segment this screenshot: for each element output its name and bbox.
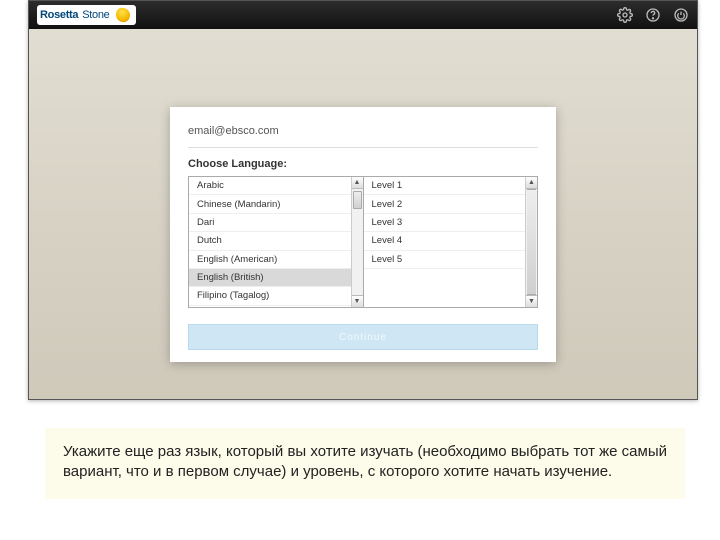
email-display: email@ebsco.com	[188, 121, 538, 148]
scroll-up-icon[interactable]: ▲	[352, 177, 363, 189]
scrollbar[interactable]: ▲ ▼	[351, 177, 363, 307]
brand-word-2: Stone	[82, 9, 109, 21]
list-item[interactable]: Chinese (Mandarin)	[189, 195, 351, 213]
scroll-up-icon[interactable]: ▲	[526, 177, 537, 189]
list-item[interactable]: Level 4	[364, 232, 526, 250]
language-listbox[interactable]: ArabicChinese (Mandarin)DariDutchEnglish…	[189, 177, 363, 307]
selection-lists: ArabicChinese (Mandarin)DariDutchEnglish…	[188, 176, 538, 308]
scroll-down-icon[interactable]: ▼	[352, 295, 363, 307]
top-bar-icons	[617, 7, 689, 23]
brand-logo: Rosetta Stone	[37, 5, 136, 25]
brand-word-1: Rosetta	[40, 9, 78, 21]
instruction-text: Укажите еще раз язык, который вы хотите …	[45, 428, 685, 499]
scroll-thumb[interactable]	[353, 191, 362, 209]
scroll-track[interactable]	[526, 189, 537, 295]
list-item[interactable]: Level 2	[364, 195, 526, 213]
gear-icon[interactable]	[617, 7, 633, 23]
power-icon[interactable]	[673, 7, 689, 23]
list-item[interactable]: Dutch	[189, 232, 351, 250]
continue-button[interactable]: Continue	[188, 324, 538, 350]
list-item[interactable]: Arabic	[189, 177, 351, 195]
help-icon[interactable]	[645, 7, 661, 23]
list-item[interactable]: Level 5	[364, 251, 526, 269]
list-item[interactable]: Filipino (Tagalog)	[189, 287, 351, 305]
list-item[interactable]: English (American)	[189, 251, 351, 269]
scroll-track[interactable]	[352, 189, 363, 295]
stone-icon	[114, 7, 130, 23]
top-bar: Rosetta Stone	[29, 1, 697, 29]
scroll-down-icon[interactable]: ▼	[526, 295, 537, 307]
list-item[interactable]: Level 1	[364, 177, 526, 195]
list-item[interactable]: Level 3	[364, 214, 526, 232]
level-listbox[interactable]: Level 1Level 2Level 3Level 4Level 5 ▲ ▼	[363, 177, 538, 307]
choose-language-label: Choose Language:	[188, 148, 538, 176]
scroll-thumb[interactable]	[527, 189, 536, 295]
list-item[interactable]: French	[189, 306, 351, 307]
app-window: Rosetta Stone	[28, 0, 698, 400]
signin-card: email@ebsco.com Choose Language: ArabicC…	[170, 107, 556, 362]
list-item[interactable]: English (British)	[189, 269, 351, 287]
list-item[interactable]: Dari	[189, 214, 351, 232]
content-area: email@ebsco.com Choose Language: ArabicC…	[29, 29, 697, 399]
scrollbar[interactable]: ▲ ▼	[525, 177, 537, 307]
